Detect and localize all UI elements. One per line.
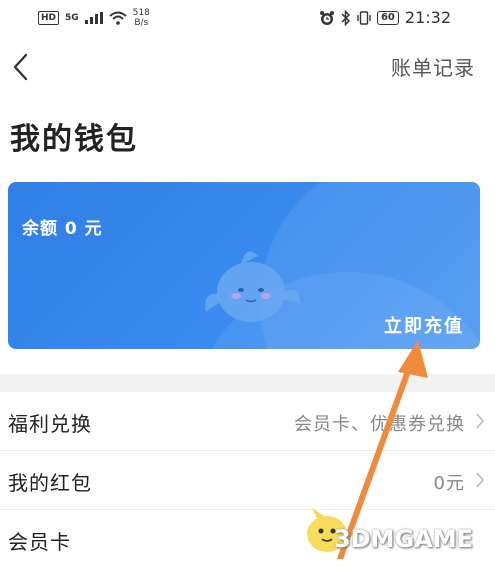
balance-text: 余额 0 元	[22, 219, 103, 239]
section-divider	[0, 374, 495, 392]
recharge-button[interactable]: 立即充值	[384, 312, 464, 338]
wifi-icon	[109, 11, 127, 25]
speed-unit: B/s	[134, 18, 149, 28]
status-left: HD 5G 518 B/s	[38, 8, 150, 28]
chevron-left-icon[interactable]	[10, 52, 34, 82]
list-item-welfare-exchange[interactable]: 福利兑换 会员卡、优惠券兑换	[0, 392, 495, 451]
list-item-red-packet[interactable]: 我的红包 0元	[0, 451, 495, 510]
list-item-value: 0元	[433, 473, 465, 494]
hd-badge: HD	[38, 11, 60, 25]
battery-indicator: 60	[376, 10, 399, 25]
bluetooth-icon	[341, 9, 351, 26]
status-bar: HD 5G 518 B/s 60 21:32	[0, 0, 495, 36]
signal-indicator: 5G	[65, 13, 79, 23]
chevron-right-icon	[476, 413, 485, 429]
page-title: 我的钱包	[10, 122, 138, 157]
mascot-illustration	[205, 251, 300, 322]
watermark-text: 3DMGAME	[333, 525, 473, 553]
vibrate-icon	[357, 10, 371, 25]
network-speed: 518 B/s	[133, 8, 150, 28]
clock: 21:32	[404, 8, 451, 27]
list-item-label: 我的红包	[8, 471, 92, 495]
signal-bars-icon	[84, 12, 103, 24]
bill-records-link[interactable]: 账单记录	[391, 52, 475, 81]
list-item-label: 会员卡	[8, 530, 71, 554]
alarm-icon	[319, 10, 334, 25]
wallet-card: 余额 0 元 立即充值	[8, 182, 480, 349]
speed-value: 518	[132, 8, 150, 18]
status-right: 60 21:32	[319, 8, 451, 27]
chevron-right-icon	[476, 472, 485, 488]
list-item-value: 会员卡、优惠券兑换	[294, 414, 465, 435]
list-item-label: 福利兑换	[8, 412, 92, 436]
